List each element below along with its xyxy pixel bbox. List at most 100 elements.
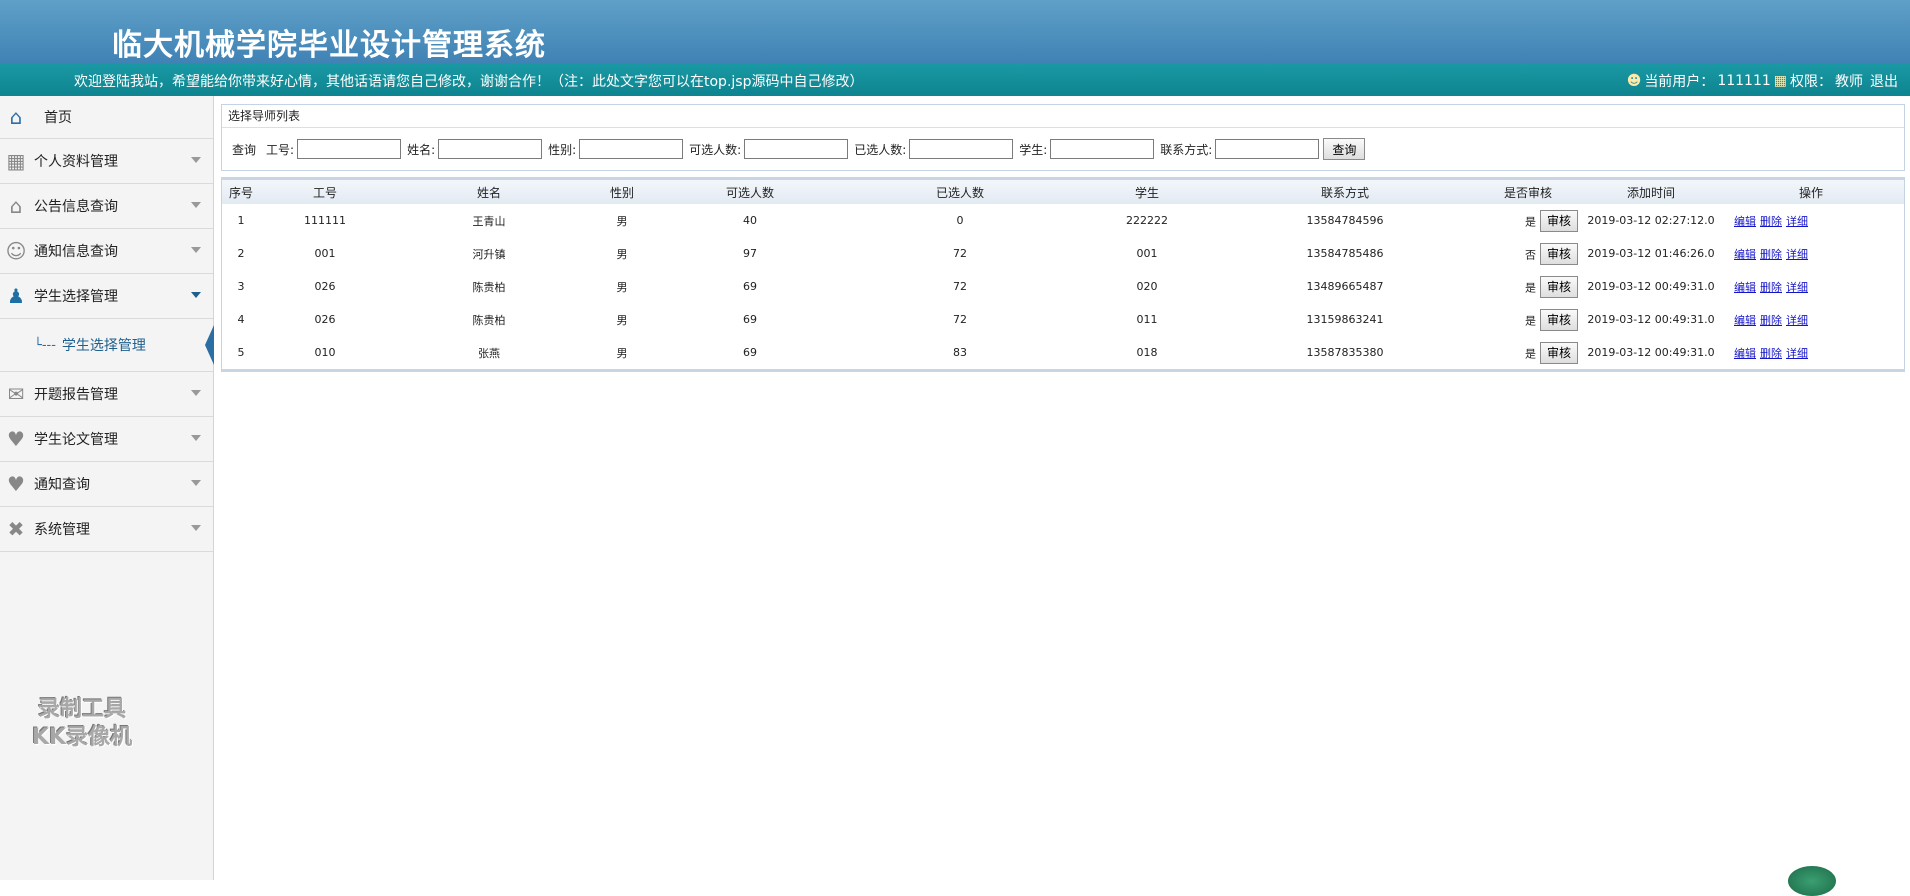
cell-no: 1	[237, 214, 245, 227]
cell-selected: 0	[956, 214, 964, 227]
advisor-table: 序号 工号 姓名 性别 可选人数 已选人数 学生 联系方式 是否审核 添加时间 …	[222, 180, 1904, 369]
cell-ops: 编辑 删除 详细	[1718, 336, 1904, 369]
name-input[interactable]	[438, 139, 543, 159]
detail-link[interactable]: 详细	[1786, 215, 1808, 228]
table-row: 3 026 陈贵柏男 69 72 020 13489665487 是审核 2019-03-12 …	[222, 270, 1904, 303]
logout-link[interactable]: 退出	[1870, 71, 1898, 91]
delete-link[interactable]: 删除	[1760, 314, 1782, 327]
sidebar-item-student-selection[interactable]: ♟ 学生选择管理	[0, 274, 213, 319]
cell-gender: 男	[616, 313, 628, 327]
table-body: 1 111111 王青山男 40 0 222222 13584784596 是审核 2019-0…	[222, 204, 1904, 369]
detail-link[interactable]: 详细	[1786, 314, 1808, 327]
sidebar-item-label: 学生选择管理	[34, 289, 118, 305]
sidebar-item-label: 学生论文管理	[34, 432, 118, 448]
cell-selected: 72	[953, 313, 967, 326]
cell-selectable: 40	[743, 214, 757, 227]
reviewed-value: 是	[1524, 314, 1536, 327]
edit-link[interactable]: 编辑	[1734, 281, 1756, 294]
heart-icon: ♥	[7, 427, 25, 451]
edit-link[interactable]: 编辑	[1734, 314, 1756, 327]
home-icon: ⌂	[9, 105, 23, 129]
delete-link[interactable]: 删除	[1760, 281, 1782, 294]
recorder-badge-icon	[1788, 866, 1836, 896]
role-icon: ▦	[1773, 73, 1787, 89]
detail-link[interactable]: 详细	[1786, 248, 1808, 261]
current-user: 111111	[1717, 73, 1771, 89]
sidebar-item-label: 通知查询	[34, 477, 90, 493]
watermark: 录制工具 KK录像机	[32, 696, 132, 752]
review-button[interactable]: 审核	[1539, 308, 1578, 331]
review-button[interactable]: 审核	[1539, 275, 1578, 298]
sidebar-item-profile[interactable]: ▦ 个人资料管理	[0, 139, 213, 184]
table-row: 4 026 陈贵柏男 69 72 011 13159863241 是审核 2019-03-12 …	[222, 303, 1904, 336]
cell-student: 222222	[1126, 214, 1168, 227]
delete-link[interactable]: 删除	[1760, 347, 1782, 360]
review-button[interactable]: 审核	[1539, 341, 1578, 364]
edit-link[interactable]: 编辑	[1734, 347, 1756, 360]
gonghao-label: 工号:	[266, 142, 295, 157]
contact-label: 联系方式:	[1160, 142, 1213, 157]
table-row: 2 001 河升镇男 97 72 001 13584785486 否审核 2019-03-12 …	[222, 237, 1904, 270]
review-button[interactable]: 审核	[1539, 242, 1578, 265]
submenu: └--- 学生选择管理	[0, 319, 214, 372]
gonghao-input[interactable]	[297, 139, 402, 159]
selected-input[interactable]	[909, 139, 1014, 159]
sidebar-item-label: 系统管理	[34, 522, 90, 538]
cell-ops: 编辑 删除 详细	[1718, 204, 1904, 237]
cell-no: 5	[237, 346, 245, 359]
sidebar-item-label: 通知信息查询	[34, 244, 118, 260]
chevron-down-icon	[191, 247, 201, 253]
student-input[interactable]	[1050, 139, 1155, 159]
header-gonghao: 工号	[260, 180, 390, 204]
advisor-table-wrap: 序号 工号 姓名 性别 可选人数 已选人数 学生 联系方式 是否审核 添加时间 …	[221, 177, 1905, 372]
heart-icon: ♥	[7, 472, 25, 496]
sidebar-item-system[interactable]: ✖ 系统管理	[0, 507, 213, 552]
query-button[interactable]: 查询	[1323, 138, 1366, 160]
current-user-label: 当前用户：	[1644, 74, 1715, 90]
sidebar-item-home[interactable]: ⌂ 首页	[0, 96, 213, 139]
delete-link[interactable]: 删除	[1760, 215, 1782, 228]
sidebar-item-label: 个人资料管理	[34, 154, 118, 170]
chevron-down-icon	[191, 157, 201, 163]
cell-contact: 13159863241	[1306, 313, 1384, 326]
selectable-input[interactable]	[744, 139, 849, 159]
header-time: 添加时间	[1584, 180, 1718, 204]
sidebar-item-proposal[interactable]: ✉ 开题报告管理	[0, 372, 213, 417]
sidebar-item-thesis[interactable]: ♥ 学生论文管理	[0, 417, 213, 462]
sidebar-item-notices[interactable]: ☺ 通知信息查询	[0, 229, 213, 274]
main-content: 选择导师列表 查询 工号: 姓名: 性别: 可选人数: 已选人数: 学生: 联系…	[221, 104, 1905, 372]
reviewed-value: 否	[1524, 248, 1536, 261]
cell-ops: 编辑 删除 详细	[1718, 303, 1904, 336]
chevron-down-icon	[191, 390, 201, 396]
sidebar-item-announcements[interactable]: ⌂ 公告信息查询	[0, 184, 213, 229]
cell-name: 王青山	[472, 214, 506, 228]
cell-reviewed: 否审核	[1472, 237, 1584, 270]
sidebar-item-label: 开题报告管理	[34, 387, 118, 403]
sidebar-item-label: 公告信息查询	[34, 199, 118, 215]
cell-time: 2019-03-12 00:49:31.0	[1587, 280, 1715, 293]
edit-link[interactable]: 编辑	[1734, 248, 1756, 261]
review-button[interactable]: 审核	[1539, 209, 1578, 232]
submenu-item-student-selection[interactable]: └--- 学生选择管理	[34, 319, 146, 371]
grid-icon: ▦	[6, 149, 26, 173]
cell-contact: 13489665487	[1306, 280, 1384, 293]
chevron-down-icon	[191, 480, 201, 486]
edit-link[interactable]: 编辑	[1734, 215, 1756, 228]
cell-reviewed: 是审核	[1472, 204, 1584, 237]
delete-link[interactable]: 删除	[1760, 248, 1782, 261]
cell-no: 3	[237, 280, 245, 293]
cell-ops: 编辑 删除 详细	[1718, 270, 1904, 303]
gender-input[interactable]	[579, 139, 684, 159]
selected-label: 已选人数:	[854, 142, 907, 157]
tools-icon: ✖	[7, 517, 25, 541]
header-contact: 联系方式	[1218, 180, 1472, 204]
reviewed-value: 是	[1524, 347, 1536, 360]
detail-link[interactable]: 详细	[1786, 347, 1808, 360]
cell-time: 2019-03-12 00:49:31.0	[1587, 313, 1715, 326]
chevron-down-icon	[191, 202, 201, 208]
detail-link[interactable]: 详细	[1786, 281, 1808, 294]
cell-gonghao: 010	[314, 346, 336, 359]
sidebar-item-notice-query[interactable]: ♥ 通知查询	[0, 462, 213, 507]
contact-input[interactable]	[1215, 139, 1320, 159]
gender-label: 性别:	[548, 142, 577, 157]
